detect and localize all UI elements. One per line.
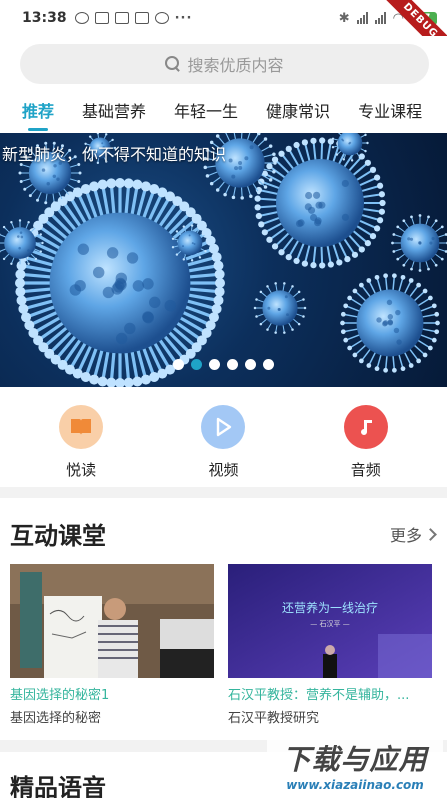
category-tabs: 推荐 基础营养 年轻一生 健康常识 专业课程	[0, 94, 447, 133]
course-subtitle: 石汉平教授研究	[228, 707, 432, 726]
virus-particle	[391, 214, 447, 272]
search-bar[interactable]: 搜索优质内容	[20, 44, 429, 84]
notification-icons: ···	[75, 11, 193, 26]
carousel-dot[interactable]	[227, 359, 238, 370]
tab-recommend[interactable]: 推荐	[22, 94, 54, 122]
site-watermark: 下载与应用 www.xiazaiinao.com	[267, 732, 443, 798]
carousel-indicator	[0, 359, 447, 370]
search-placeholder: 搜索优质内容	[187, 52, 283, 76]
quick-link-label: 音频	[351, 459, 381, 480]
tab-basic-nutrition[interactable]: 基础营养	[82, 94, 146, 122]
search-icon	[165, 56, 181, 72]
course-subtitle: 基因选择的秘密	[10, 707, 214, 726]
quick-link-audio[interactable]: 音频	[316, 405, 416, 487]
video-thumbnail: 还营养为一线治疗 — 石汉平 —	[228, 564, 432, 678]
signal-hd-icon	[375, 12, 386, 24]
more-label: 更多	[390, 522, 422, 546]
tab-professional-courses[interactable]: 专业课程	[358, 94, 422, 122]
carousel-dot[interactable]	[245, 359, 256, 370]
virus-illustration	[0, 133, 447, 387]
watermark-url: www.xiazaiinao.com	[286, 778, 424, 792]
virus-particle	[255, 137, 386, 268]
video-thumbnail	[10, 564, 214, 678]
signal-icon	[357, 12, 368, 24]
notification-icon	[115, 12, 129, 24]
chat-icon	[135, 12, 149, 24]
section-title: 互动课堂	[10, 516, 106, 551]
carousel-dot[interactable]	[263, 359, 274, 370]
course-card[interactable]: 还营养为一线治疗 — 石汉平 — 石汉平教授：营养不是辅助，... 石汉平教授研…	[228, 564, 432, 726]
tab-young-life[interactable]: 年轻一生	[174, 94, 238, 122]
banner-carousel[interactable]: 新型肺炎，你不得不知道的知识	[0, 133, 447, 387]
bluetooth-icon: ✱	[339, 11, 350, 26]
course-title: 石汉平教授：营养不是辅助，...	[228, 684, 432, 703]
carousel-dot[interactable]	[209, 359, 220, 370]
tab-health-knowledge[interactable]: 健康常识	[266, 94, 330, 122]
quick-link-video[interactable]: 视频	[173, 405, 273, 487]
more-button[interactable]: 更多	[390, 522, 435, 546]
quick-link-reading[interactable]: 悦读	[31, 405, 131, 487]
course-card[interactable]: 基因选择的秘密1 基因选择的秘密	[10, 564, 214, 726]
interactive-class-section: 互动课堂 更多 基因选择的秘密1 基因选择的秘密 还营养为一线治疗 — 石汉平 …	[0, 498, 447, 740]
carousel-dot[interactable]	[173, 359, 184, 370]
message-icon	[95, 12, 109, 24]
alarm-icon	[75, 12, 89, 24]
watermark-text: 下载与应用	[282, 738, 427, 778]
thumbnail-caption: 还营养为一线治疗	[282, 600, 378, 615]
thumbnail-speaker: — 石汉平 —	[310, 620, 349, 628]
music-note-icon	[344, 405, 388, 449]
more-notifications-icon: ···	[175, 11, 193, 26]
carousel-dot-active[interactable]	[191, 359, 202, 370]
header: 搜索优质内容 推荐 基础营养 年轻一生 健康常识 专业课程	[0, 36, 447, 133]
chevron-right-icon	[424, 528, 437, 541]
quick-links: 悦读 视频 音频	[0, 387, 447, 487]
banner-title: 新型肺炎，你不得不知道的知识	[2, 141, 226, 165]
book-icon	[59, 405, 103, 449]
status-time: 13:38	[22, 10, 67, 26]
virus-particle	[15, 178, 225, 387]
section-title: 精品语音	[10, 768, 106, 798]
course-title: 基因选择的秘密1	[10, 684, 214, 703]
virus-particle	[254, 282, 307, 334]
at-icon	[155, 12, 169, 24]
virus-particle	[340, 273, 440, 372]
status-bar: 13:38 ··· ✱ ◠ 57 DEBUG	[0, 0, 447, 36]
play-icon	[201, 405, 245, 449]
quick-link-label: 视频	[208, 459, 238, 480]
quick-link-label: 悦读	[66, 459, 96, 480]
